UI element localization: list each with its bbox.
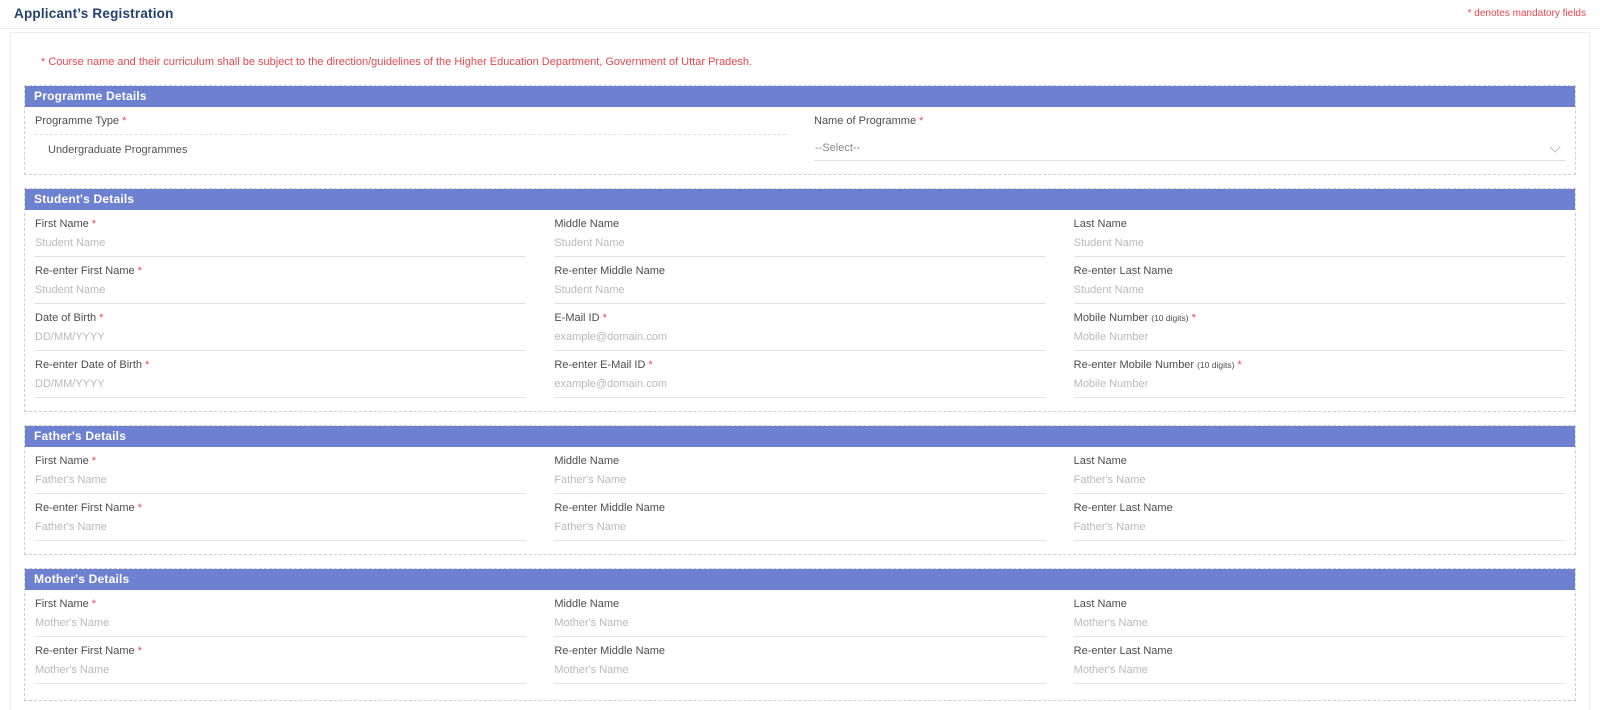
- father-middle-name-input[interactable]: [554, 469, 1046, 494]
- mother-reenter-first-name-input[interactable]: [35, 659, 527, 684]
- student-first-name-input[interactable]: [35, 232, 527, 257]
- father-last-name-input[interactable]: [1073, 469, 1565, 494]
- field-father-first-name: First Name *: [35, 454, 527, 494]
- programme-type-value: Undergraduate Programmes: [48, 144, 188, 156]
- programme-name-select[interactable]: --Select--: [814, 134, 1565, 161]
- student-details-header: Student's Details: [25, 189, 1575, 210]
- field-student-email: E-Mail ID *: [554, 311, 1046, 351]
- top-title-bar: Applicant’s Registration * denotes manda…: [0, 0, 1600, 29]
- field-father-last-name: Last Name: [1073, 454, 1565, 494]
- programme-details-section: Programme Details Programme Type * Underg…: [24, 85, 1576, 175]
- father-details-header: Father's Details: [25, 426, 1575, 447]
- field-student-middle-name: Middle Name: [554, 217, 1046, 257]
- field-student-mobile: Mobile Number (10 digits) *: [1073, 311, 1565, 351]
- programme-type-label: Programme Type *: [35, 115, 127, 127]
- field-mother-middle-name: Middle Name: [554, 597, 1046, 637]
- field-student-reenter-email: Re-enter E-Mail ID *: [554, 358, 1046, 398]
- field-father-reenter-middle-name: Re-enter Middle Name: [554, 501, 1046, 541]
- mother-details-section: Mother's Details First Name* Middle Name…: [24, 568, 1576, 701]
- field-student-first-name: First Name *: [35, 217, 527, 257]
- mother-details-header: Mother's Details: [25, 569, 1575, 590]
- mother-reenter-last-name-input[interactable]: [1073, 659, 1565, 684]
- father-first-name-input[interactable]: [35, 469, 527, 494]
- chevron-down-icon: [1549, 141, 1561, 153]
- student-reenter-middle-name-input[interactable]: [554, 279, 1046, 304]
- field-programme-name: Name of Programme * --Select--: [814, 114, 1565, 161]
- field-student-last-name: Last Name: [1073, 217, 1565, 257]
- programme-details-header: Programme Details: [25, 86, 1575, 107]
- student-details-section: Student's Details First Name* Middle Nam…: [24, 188, 1576, 412]
- programme-name-label: Name of Programme *: [814, 115, 924, 127]
- field-father-reenter-first-name: Re-enter First Name *: [35, 501, 527, 541]
- student-mobile-input[interactable]: [1073, 326, 1565, 351]
- student-reenter-mobile-input[interactable]: [1073, 373, 1565, 398]
- page-title: Applicant’s Registration: [14, 6, 174, 21]
- mother-first-name-input[interactable]: [35, 612, 527, 637]
- field-father-reenter-last-name: Re-enter Last Name: [1073, 501, 1565, 541]
- father-details-section: Father's Details First Name* Middle Name…: [24, 425, 1576, 555]
- field-student-dob: Date of Birth *: [35, 311, 527, 351]
- field-mother-reenter-last-name: Re-enter Last Name: [1073, 644, 1565, 684]
- field-student-reenter-last-name: Re-enter Last Name: [1073, 264, 1565, 304]
- mother-reenter-middle-name-input[interactable]: [554, 659, 1046, 684]
- programme-name-selected-value: --Select--: [815, 142, 861, 154]
- student-dob-input[interactable]: [35, 326, 527, 351]
- student-reenter-last-name-input[interactable]: [1073, 279, 1565, 304]
- student-reenter-dob-input[interactable]: [35, 373, 527, 398]
- field-mother-last-name: Last Name: [1073, 597, 1565, 637]
- mother-middle-name-input[interactable]: [554, 612, 1046, 637]
- student-email-input[interactable]: [554, 326, 1046, 351]
- field-student-reenter-first-name: Re-enter First Name *: [35, 264, 527, 304]
- student-reenter-first-name-input[interactable]: [35, 279, 527, 304]
- student-middle-name-input[interactable]: [554, 232, 1046, 257]
- field-mother-first-name: First Name *: [35, 597, 527, 637]
- mandatory-fields-note: * denotes mandatory fields: [1467, 8, 1586, 19]
- field-student-reenter-mobile: Re-enter Mobile Number (10 digits) *: [1073, 358, 1565, 398]
- student-reenter-email-input[interactable]: [554, 373, 1046, 398]
- father-reenter-middle-name-input[interactable]: [554, 516, 1046, 541]
- field-student-reenter-dob: Re-enter Date of Birth *: [35, 358, 527, 398]
- registration-form-panel: * Course name and their curriculum shall…: [10, 32, 1590, 710]
- father-reenter-last-name-input[interactable]: [1073, 516, 1565, 541]
- field-father-middle-name: Middle Name: [554, 454, 1046, 494]
- field-student-reenter-middle-name: Re-enter Middle Name: [554, 264, 1046, 304]
- field-mother-reenter-middle-name: Re-enter Middle Name: [554, 644, 1046, 684]
- field-mother-reenter-first-name: Re-enter First Name *: [35, 644, 527, 684]
- mother-last-name-input[interactable]: [1073, 612, 1565, 637]
- student-last-name-input[interactable]: [1073, 232, 1565, 257]
- field-programme-type: Programme Type * Undergraduate Programmes: [35, 114, 786, 161]
- curriculum-notice: * Course name and their curriculum shall…: [41, 56, 753, 68]
- father-reenter-first-name-input[interactable]: [35, 516, 527, 541]
